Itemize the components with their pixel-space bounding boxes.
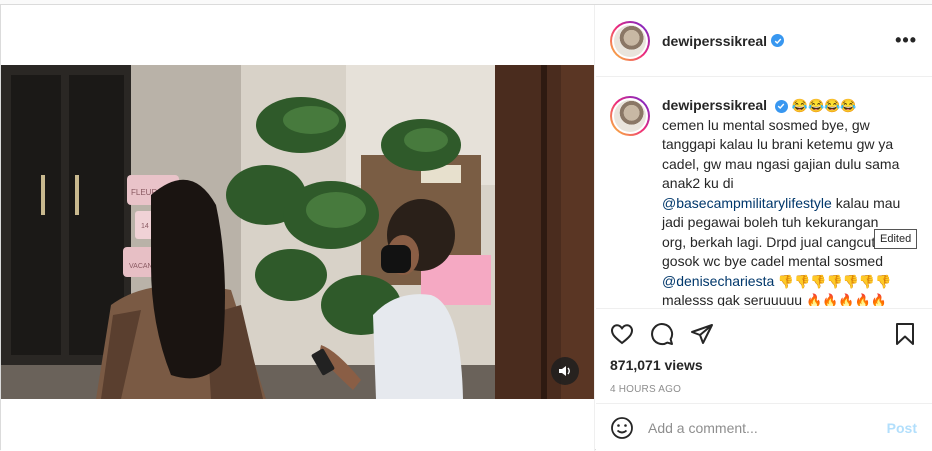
media-area: FLEUR DE 14 FE VACAN: [1, 5, 595, 451]
caption-username[interactable]: dewiperssikreal: [662, 97, 767, 113]
like-button[interactable]: [610, 322, 634, 346]
caption-row: dewiperssikreal 😂😂😂😂 cemen lu mental sos…: [610, 96, 919, 306]
view-count[interactable]: 871,071 views: [610, 357, 917, 373]
mention-link-1[interactable]: @basecampmilitarylifestyle: [662, 195, 832, 211]
edited-tooltip: Edited: [874, 229, 918, 249]
caption-avatar[interactable]: [610, 96, 650, 136]
header-username[interactable]: dewiperssikreal: [662, 33, 767, 49]
volume-button[interactable]: [551, 357, 579, 385]
comments-area: dewiperssikreal 😂😂😂😂 cemen lu mental sos…: [596, 78, 932, 306]
caption-emoji-thumbs: 👎👎👎👎👎👎👎: [774, 273, 892, 289]
post-timestamp[interactable]: 4 HOURS AGO: [610, 384, 917, 395]
caption-emoji-laugh: 😂😂😂😂: [791, 98, 857, 113]
more-options-button[interactable]: •••: [895, 30, 917, 51]
share-icon: [691, 324, 713, 344]
save-button[interactable]: [893, 322, 917, 346]
heart-icon: [610, 324, 634, 345]
video-frame: FLEUR DE 14 FE VACAN: [1, 65, 594, 399]
post-frame: FLEUR DE 14 FE VACAN dewiperssikreal •••…: [0, 4, 932, 451]
caption-avatar-image: [614, 100, 646, 132]
action-icons-row: [610, 319, 917, 349]
header-username-wrap: dewiperssikreal: [662, 33, 785, 49]
comment-input[interactable]: [648, 419, 887, 436]
sign-text-3: VACAN: [129, 263, 153, 270]
avatar[interactable]: [610, 20, 650, 61]
comment-button[interactable]: [650, 322, 674, 346]
video-player[interactable]: FLEUR DE 14 FE VACAN: [1, 65, 594, 399]
post-header: dewiperssikreal •••: [596, 5, 932, 77]
side-panel: dewiperssikreal ••• dewiperssikreal 😂😂😂😂: [596, 5, 932, 451]
bookmark-icon: [896, 323, 914, 345]
caption-line-1: cemen lu mental sosmed bye, gw tanggapi …: [662, 116, 900, 192]
caption-line-3: malesss gak seruuuuu: [662, 292, 806, 306]
avatar-image: [614, 24, 646, 57]
comment-icon: [651, 323, 674, 346]
share-button[interactable]: [690, 322, 714, 346]
caption-verified-icon: [774, 99, 788, 113]
speaker-icon: [559, 366, 570, 376]
smiley-icon[interactable]: [610, 416, 634, 440]
post-comment-button[interactable]: Post: [887, 420, 917, 436]
mention-link-2[interactable]: @denisechariesta: [662, 273, 774, 289]
actions-section: 871,071 views 4 HOURS AGO: [596, 308, 932, 395]
caption-text: dewiperssikreal 😂😂😂😂 cemen lu mental sos…: [662, 96, 902, 306]
verified-badge-icon: [771, 34, 785, 47]
comment-box: Post: [596, 403, 932, 451]
